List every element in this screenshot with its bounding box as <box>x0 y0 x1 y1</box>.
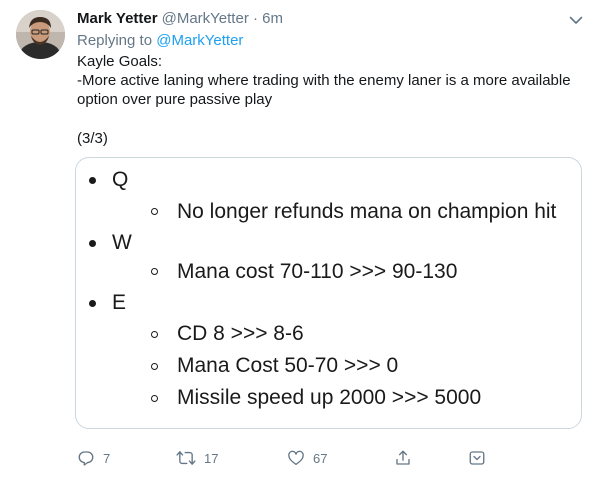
ability-label-q: Q <box>112 168 129 191</box>
patch-notes-image: Q No longer refunds mana on champion hit… <box>76 158 581 428</box>
like-icon <box>287 449 305 467</box>
ability-change: CD 8 >>> 8-6 <box>177 322 304 345</box>
author-name[interactable]: Mark Yetter <box>77 10 158 27</box>
sub-bullet-icon <box>151 268 158 275</box>
retweet-button[interactable]: 17 <box>176 447 218 469</box>
bookmark-icon <box>468 449 486 467</box>
like-count: 67 <box>313 450 328 466</box>
bullet-icon <box>89 300 96 307</box>
bullet-icon <box>89 177 96 184</box>
ability-change: Missile speed up 2000 >>> 5000 <box>177 386 482 409</box>
tweet-text: Kayle Goals: -More active laning where t… <box>77 52 577 109</box>
reply-count: 7 <box>103 450 111 466</box>
timestamp[interactable]: 6m <box>262 10 283 27</box>
sub-bullet-icon <box>151 208 158 215</box>
tweet-header: Mark Yetter @MarkYetter · 6m <box>77 9 283 29</box>
tweet-line: Kayle Goals: <box>77 53 163 70</box>
reply-button[interactable]: 7 <box>77 447 110 469</box>
sub-bullet-icon <box>151 363 158 370</box>
share-icon <box>394 449 412 467</box>
ability-change: Mana Cost 50-70 >>> 0 <box>177 354 399 377</box>
more-options-icon[interactable] <box>566 12 586 28</box>
avatar[interactable] <box>16 10 65 59</box>
replying-to-label: Replying to <box>77 32 153 49</box>
attached-image[interactable]: Q No longer refunds mana on champion hit… <box>75 157 582 429</box>
tweet-line: -More active laning where trading with t… <box>77 72 571 108</box>
separator-dot: · <box>252 10 258 27</box>
ability-change: No longer refunds mana on champion hit <box>177 200 557 223</box>
sub-bullet-icon <box>151 331 158 338</box>
retweet-icon <box>176 449 196 467</box>
bullet-icon <box>89 240 96 247</box>
tweet-actions: 7 17 67 <box>77 447 587 469</box>
bookmark-button[interactable] <box>468 447 486 469</box>
tweet: Mark Yetter @MarkYetter · 6m Replying to … <box>0 0 598 483</box>
ability-label-e: E <box>112 291 127 314</box>
ability-change: Mana cost 70-110 >>> 90-130 <box>177 260 458 283</box>
replying-to-link[interactable]: @MarkYetter <box>156 32 243 49</box>
replying-to: Replying to @MarkYetter <box>77 31 243 51</box>
like-button[interactable]: 67 <box>287 447 327 469</box>
author-handle[interactable]: @MarkYetter <box>162 10 249 27</box>
share-button[interactable] <box>394 447 412 469</box>
ability-label-w: W <box>112 231 132 254</box>
retweet-count: 17 <box>204 450 219 466</box>
sub-bullet-icon <box>151 395 158 402</box>
reply-icon <box>77 449 95 467</box>
thread-counter: (3/3) <box>77 130 108 147</box>
